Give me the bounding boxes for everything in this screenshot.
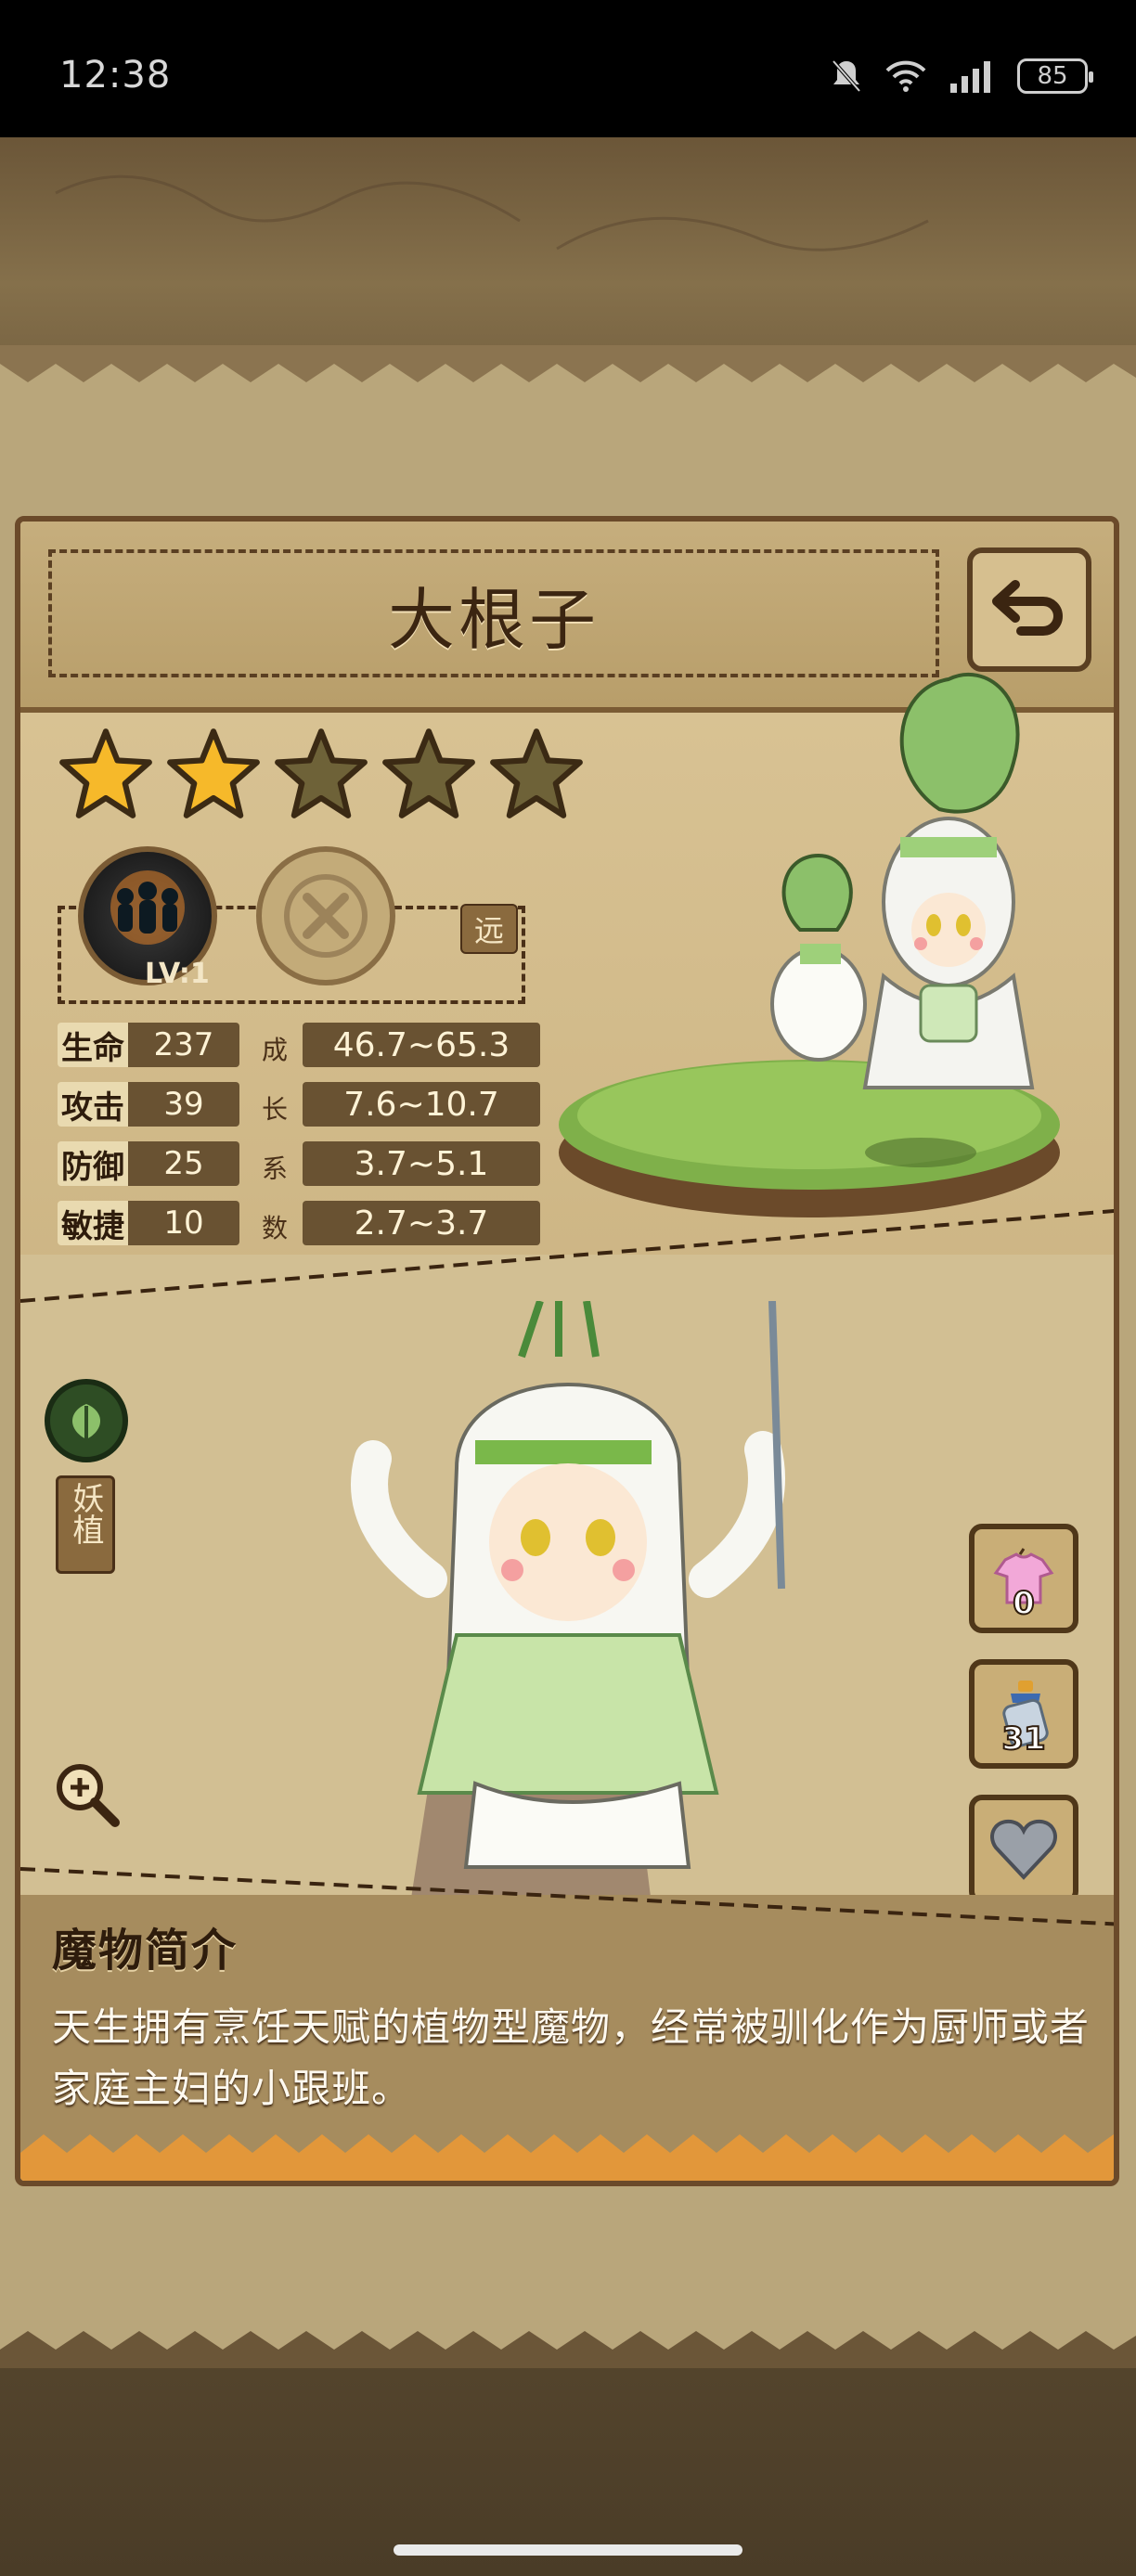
character-portrait xyxy=(351,1301,785,1904)
range-tag: 远 xyxy=(460,904,518,954)
race-label: 妖植 xyxy=(56,1475,115,1574)
skill-slot-1[interactable]: LV:1 xyxy=(78,846,217,990)
stat-row: 防御 25 xyxy=(58,1141,239,1186)
stat-value: 25 xyxy=(128,1141,239,1186)
monster-detail-card: 大根子 LV:1 远 生命 237 46.7~65.3 成攻击 39 7.6~10.7 长防 xyxy=(15,516,1119,2186)
zoom-icon[interactable] xyxy=(48,1756,123,1830)
battery-indicator: 85 xyxy=(1017,58,1093,94)
growth-label-char: 系 xyxy=(261,1153,288,1184)
stat-row: 生命 237 xyxy=(58,1023,239,1067)
bottle-button[interactable]: 31 xyxy=(969,1659,1078,1769)
description-title: 魔物简介 xyxy=(52,1925,239,1977)
race-text: 妖植 xyxy=(67,1482,104,1545)
signal-icon xyxy=(950,61,990,93)
chibi-illustration xyxy=(559,673,1060,1217)
star-filled-icon xyxy=(167,728,260,818)
stat-row: 攻击 39 xyxy=(58,1082,239,1127)
plant-leaf-icon xyxy=(72,1404,100,1439)
status-icons: 85 xyxy=(830,58,1093,95)
locked-skill-icon xyxy=(284,874,368,958)
status-time: 12:38 xyxy=(59,54,172,97)
mute-icon xyxy=(832,59,861,93)
stat-label: 攻击 xyxy=(58,1082,128,1127)
zigzag-top xyxy=(0,345,1136,382)
outfit-count: 0 xyxy=(1012,1584,1036,1623)
zigzag-bottom xyxy=(0,2331,1136,2368)
star-empty-icon xyxy=(275,728,368,818)
outfit-button[interactable]: 0 xyxy=(969,1524,1078,1633)
star-rating xyxy=(58,726,585,822)
bottle-count: 31 xyxy=(1000,1719,1046,1758)
status-bar: 12:38 85 xyxy=(0,0,1136,137)
stat-growth: 7.6~10.7 xyxy=(303,1082,540,1127)
stat-growth: 3.7~5.1 xyxy=(303,1141,540,1186)
stat-value: 39 xyxy=(128,1082,239,1127)
stat-label: 生命 xyxy=(58,1023,128,1067)
description-text: 天生拥有烹饪天赋的植物型魔物，经常被驯化作为厨师或者家庭主妇的小跟班。 xyxy=(52,2004,1091,2111)
race-icon xyxy=(45,1379,128,1462)
growth-label-char: 成 xyxy=(261,1035,288,1065)
stat-growth: 46.7~65.3 xyxy=(303,1023,540,1067)
skill-level: LV:1 xyxy=(145,958,210,990)
skill-slot-2[interactable] xyxy=(256,846,395,985)
map-pattern-top xyxy=(55,174,929,251)
star-filled-icon xyxy=(59,728,152,818)
wifi-icon xyxy=(885,60,926,92)
stat-value: 237 xyxy=(128,1023,239,1067)
card-bottom-trim xyxy=(20,2134,1114,2181)
star-empty-icon xyxy=(382,728,475,818)
home-indicator[interactable] xyxy=(394,2544,742,2556)
growth-label-char: 长 xyxy=(261,1094,288,1125)
stat-label: 防御 xyxy=(58,1141,128,1186)
